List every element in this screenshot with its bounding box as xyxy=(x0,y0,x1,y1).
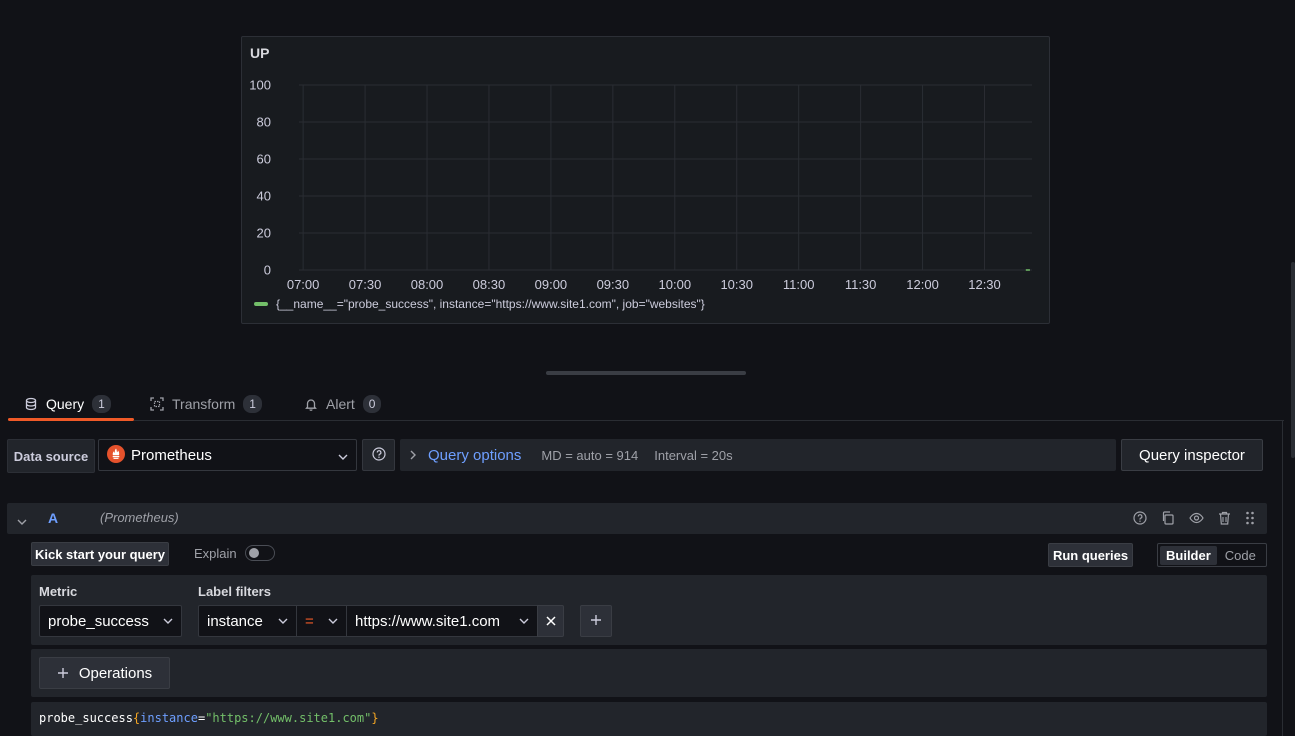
chevron-right-icon xyxy=(410,450,416,460)
panel-title[interactable]: UP xyxy=(250,45,269,61)
active-tab-indicator xyxy=(8,418,134,421)
x-tick-label: 12:00 xyxy=(906,277,939,292)
tab-query[interactable]: Query 1 xyxy=(8,388,134,420)
label-filters-label: Label filters xyxy=(198,584,271,599)
mode-code-option[interactable]: Code xyxy=(1217,546,1264,565)
y-tick-label: 60 xyxy=(257,152,271,167)
chevron-down-icon xyxy=(278,618,288,624)
x-tick-label: 09:00 xyxy=(535,277,568,292)
eye-icon[interactable] xyxy=(1189,511,1204,528)
query-options-label: Query options xyxy=(428,446,522,464)
database-icon xyxy=(24,397,38,411)
add-operation-button[interactable]: Operations xyxy=(39,657,170,689)
chevron-down-icon xyxy=(163,618,173,624)
preview-value: "https://www.site1.com" xyxy=(205,711,372,725)
help-icon[interactable] xyxy=(1133,511,1147,528)
close-icon xyxy=(545,613,556,629)
y-tick-label: 100 xyxy=(249,78,271,93)
metric-select[interactable]: probe_success xyxy=(39,605,182,637)
editor-mode-switch[interactable]: Builder Code xyxy=(1157,543,1267,567)
label-value-select[interactable]: https://www.site1.com xyxy=(346,605,538,637)
metric-value: probe_success xyxy=(48,612,149,630)
legend-label[interactable]: {__name__="probe_success", instance="htt… xyxy=(276,297,705,311)
page-scrollbar[interactable] xyxy=(1291,262,1295,458)
metric-label: Metric xyxy=(39,584,78,599)
question-circle-icon xyxy=(371,446,386,464)
graph-panel: 0 20 40 60 80 100 07:00 07:30 08:00 08:30 09:00 09:… xyxy=(241,36,1050,324)
label-operator-select[interactable]: = xyxy=(296,605,347,637)
trash-icon[interactable] xyxy=(1218,511,1231,528)
tab-transform-count: 1 xyxy=(243,395,262,413)
editor-border xyxy=(1282,420,1283,736)
label-name-select[interactable]: instance xyxy=(198,605,297,637)
x-tick-label: 08:00 xyxy=(411,277,444,292)
y-tick-label: 0 xyxy=(264,263,271,278)
x-tick-label: 11:00 xyxy=(783,277,815,292)
explain-toggle[interactable] xyxy=(245,545,275,561)
run-queries-button[interactable]: Run queries xyxy=(1048,543,1133,567)
datasource-picker[interactable]: Prometheus xyxy=(98,439,357,471)
bell-icon xyxy=(304,397,318,411)
x-tick-label: 11:30 xyxy=(845,277,877,292)
datasource-label: Data source xyxy=(7,439,95,473)
query-row-header[interactable]: A (Prometheus) xyxy=(7,503,1267,534)
chevron-down-icon xyxy=(338,447,348,463)
tab-transform[interactable]: Transform 1 xyxy=(150,388,262,420)
tab-alert[interactable]: Alert 0 xyxy=(304,388,382,420)
chart-svg: 0 20 40 60 80 100 07:00 07:30 08:00 08:30 09:00 09:… xyxy=(249,78,1032,292)
collapse-chevron-icon[interactable] xyxy=(17,512,27,528)
x-tick-label: 10:30 xyxy=(720,277,753,292)
panel-resize-splitter[interactable] xyxy=(546,371,746,375)
x-tick-label: 07:30 xyxy=(349,277,382,292)
preview-metric: probe_success xyxy=(39,711,133,725)
label-value-value: https://www.site1.com xyxy=(355,612,501,630)
plus-icon xyxy=(590,613,602,629)
x-tick-label: 09:30 xyxy=(597,277,630,292)
datasource-name: Prometheus xyxy=(131,446,212,464)
kick-start-button[interactable]: Kick start your query xyxy=(31,542,169,566)
duplicate-icon[interactable] xyxy=(1161,511,1175,528)
tab-alert-label: Alert xyxy=(326,396,355,412)
preview-close-brace: } xyxy=(371,711,379,725)
chevron-down-icon xyxy=(328,618,338,624)
mode-builder-option[interactable]: Builder xyxy=(1160,545,1217,565)
explain-toggle-knob xyxy=(249,548,259,558)
query-datasource-hint: (Prometheus) xyxy=(100,510,179,525)
query-ref-id[interactable]: A xyxy=(48,510,58,526)
legend[interactable]: {__name__="probe_success", instance="htt… xyxy=(254,297,705,311)
x-tick-label: 12:30 xyxy=(968,277,1001,292)
drag-handle-icon[interactable] xyxy=(1245,511,1255,528)
transform-icon xyxy=(150,397,164,411)
tab-query-count: 1 xyxy=(92,395,111,413)
max-data-points-info: MD = auto = 914 xyxy=(541,447,639,463)
tab-query-label: Query xyxy=(46,396,85,412)
explain-label: Explain xyxy=(194,546,237,561)
prometheus-icon xyxy=(107,444,125,466)
datasource-help-button[interactable] xyxy=(362,439,395,471)
preview-label: instance xyxy=(140,711,198,725)
tabs-divider xyxy=(134,420,1284,421)
x-tick-label: 08:30 xyxy=(473,277,506,292)
operations-label: Operations xyxy=(78,664,153,682)
chevron-down-icon xyxy=(519,618,529,624)
tab-transform-label: Transform xyxy=(172,396,236,412)
x-tick-label: 07:00 xyxy=(287,277,320,292)
operations-section xyxy=(31,649,1267,697)
query-inspector-button[interactable]: Query inspector xyxy=(1121,439,1263,471)
y-tick-label: 40 xyxy=(257,189,271,204)
plus-icon xyxy=(57,667,69,679)
query-preview: probe_success{instance="https://www.site… xyxy=(39,711,379,725)
remove-filter-button[interactable] xyxy=(537,605,564,637)
tab-alert-count: 0 xyxy=(362,395,382,413)
query-options-toggle[interactable]: Query options MD = auto = 914 Interval =… xyxy=(400,439,1116,471)
label-operator-value: = xyxy=(305,612,314,630)
y-tick-label: 80 xyxy=(257,115,271,130)
add-filter-button[interactable] xyxy=(580,605,612,637)
legend-swatch xyxy=(254,302,268,306)
interval-info: Interval = 20s xyxy=(654,447,733,463)
y-tick-label: 20 xyxy=(257,226,271,241)
x-tick-label: 10:00 xyxy=(659,277,692,292)
label-name-value: instance xyxy=(207,612,263,630)
